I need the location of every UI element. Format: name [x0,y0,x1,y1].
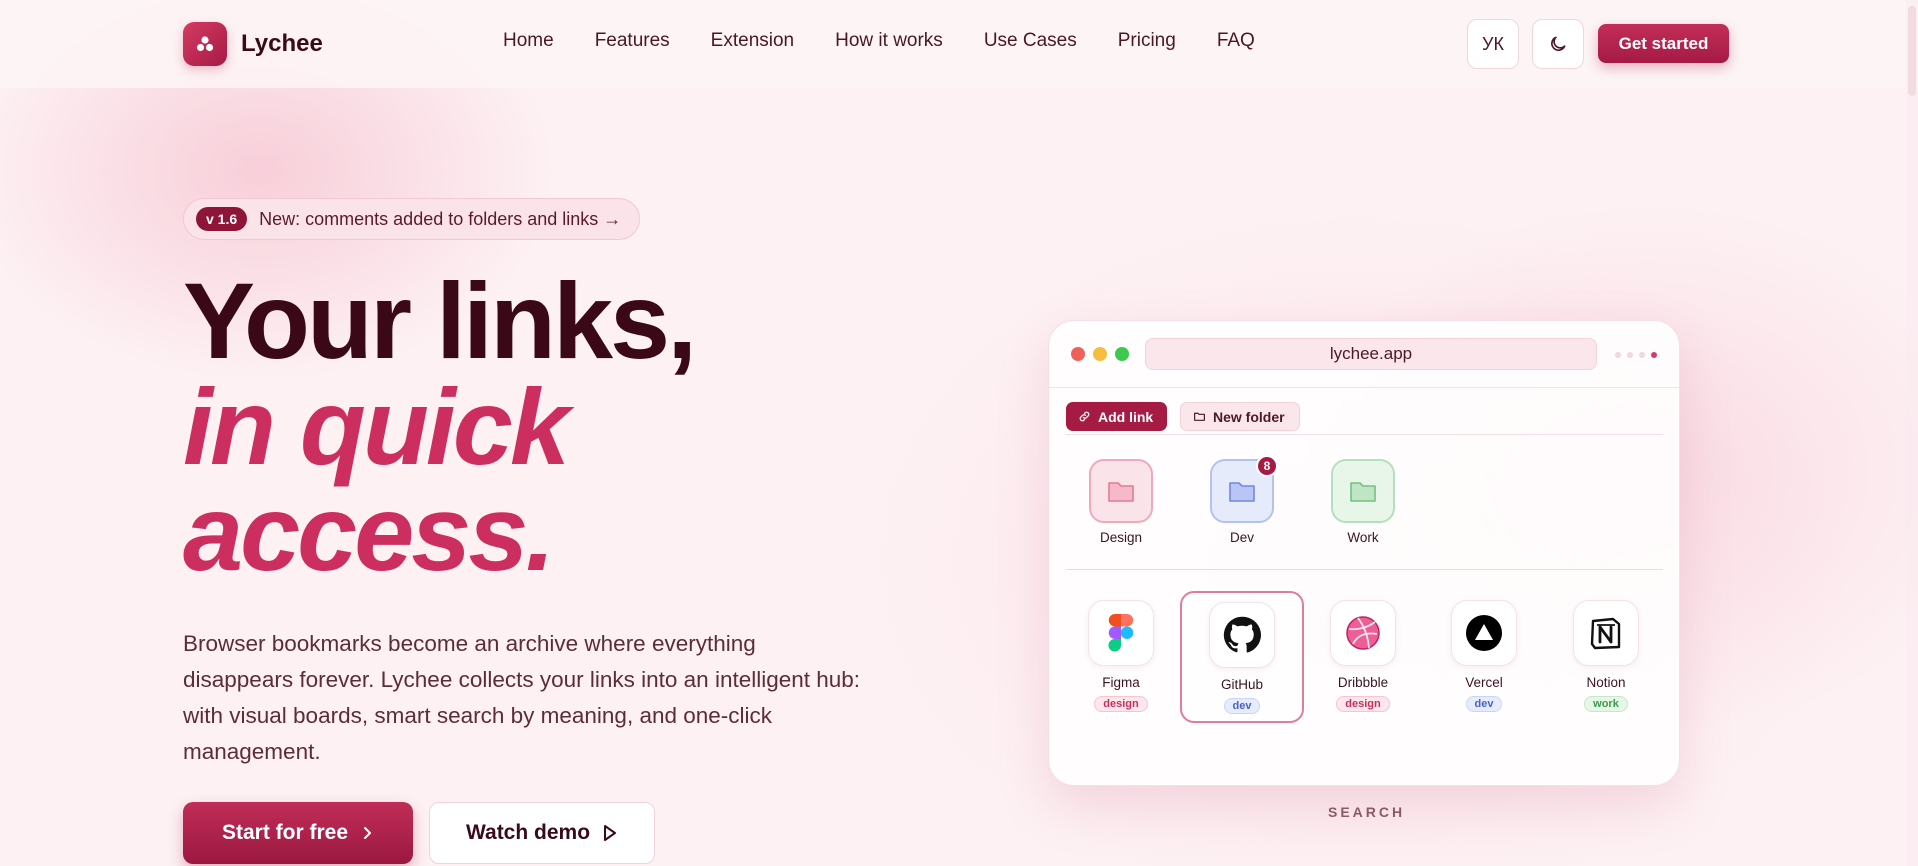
new-folder-label: New folder [1213,408,1285,425]
hero-title: Your links, in quick access. [183,260,697,593]
theme-toggle-button[interactable] [1532,19,1584,69]
link-card-notion[interactable]: Notion work [1544,591,1668,723]
new-folder-button[interactable]: New folder [1180,402,1300,431]
github-icon [1209,602,1275,668]
chevron-right-icon [364,827,372,839]
link-card-vercel[interactable]: Vercel dev [1422,591,1546,723]
section-label-search: SEARCH [1328,804,1406,820]
window-controls [1071,347,1129,361]
add-link-label: Add link [1098,408,1154,425]
lychee-logo-icon [183,22,227,66]
folder-icon [1089,459,1153,523]
add-link-button[interactable]: Add link [1066,402,1168,431]
notion-icon [1573,600,1639,666]
folder-icon: 8 [1210,455,1278,523]
version-badge: v 1.6 [196,207,248,231]
top-navbar: Lychee Home Features Extension How it wo… [0,0,1918,88]
link-label: GitHub [1220,677,1264,692]
vercel-icon [1451,600,1517,666]
address-bar: lychee.app [1145,338,1597,370]
announcement-pill[interactable]: v 1.6 New: comments added to folders and… [183,198,641,240]
link-label: Notion [1586,675,1626,690]
folder-label: Work [1347,530,1379,545]
folder-outline-icon [1194,412,1205,421]
folder-icon [1331,459,1395,523]
announcement-text: New: comments added to folders and links… [259,208,622,229]
language-switch-button[interactable]: УК [1467,19,1519,69]
link-tag: dev [1465,696,1503,712]
divider [1066,434,1663,435]
folder-design[interactable]: Design [1081,459,1161,545]
scrollbar-thumb[interactable] [1908,6,1916,96]
link-label: Figma [1102,675,1140,690]
play-icon [604,825,617,841]
folder-dev[interactable]: 8 Dev [1202,455,1282,545]
nav-faq[interactable]: FAQ [1217,30,1255,52]
folder-work[interactable]: Work [1323,459,1403,545]
moon-icon [1551,36,1566,51]
page-scrollbar[interactable] [1906,0,1918,866]
nav-home[interactable]: Home [503,30,554,52]
link-tag: design [1094,696,1148,712]
start-button-label: Start for free [221,821,349,844]
link-card-github[interactable]: GitHub dev [1180,591,1304,723]
link-icon [1079,411,1090,422]
get-started-button[interactable]: Get started [1598,24,1729,63]
nav-use-cases[interactable]: Use Cases [984,30,1077,52]
link-label: Dribbble [1337,675,1389,690]
minimize-dot-icon [1093,347,1107,361]
nav-extension[interactable]: Extension [711,30,794,52]
figma-icon [1088,600,1154,666]
watch-demo-button[interactable]: Watch demo [429,802,655,864]
nav-features[interactable]: Features [595,30,670,52]
divider [1049,387,1681,388]
nav-pricing[interactable]: Pricing [1118,30,1176,52]
folder-label: Dev [1229,530,1254,545]
link-tag: design [1336,696,1390,712]
link-card-figma[interactable]: Figma design [1059,591,1183,723]
link-tag: dev [1223,698,1261,714]
link-card-dribbble[interactable]: Dribbble design [1301,591,1425,723]
hero-title-line3: access. [183,472,555,593]
divider [1066,569,1663,570]
hero-title-line2: in quick [183,366,570,487]
folder-label: Design [1099,530,1143,545]
nav-how-it-works[interactable]: How it works [835,30,943,52]
link-label: Vercel [1465,675,1503,690]
brand-logo[interactable]: Lychee [183,22,323,66]
main-menu: Home Features Extension How it works Use… [503,30,1255,52]
app-preview-window: lychee.app Add link New folder Design 8 … [1048,320,1681,786]
page-indicator [1615,352,1657,358]
link-tag: work [1584,696,1628,712]
maximize-dot-icon [1115,347,1129,361]
close-dot-icon [1071,347,1085,361]
folder-count-badge: 8 [1256,455,1278,477]
demo-button-label: Watch demo [465,821,591,844]
hero-title-line1: Your links, [183,260,697,381]
hero-description: Browser bookmarks become an archive wher… [183,631,861,764]
start-for-free-button[interactable]: Start for free [183,802,413,864]
dribbble-icon [1330,600,1396,666]
brand-name: Lychee [241,30,323,57]
